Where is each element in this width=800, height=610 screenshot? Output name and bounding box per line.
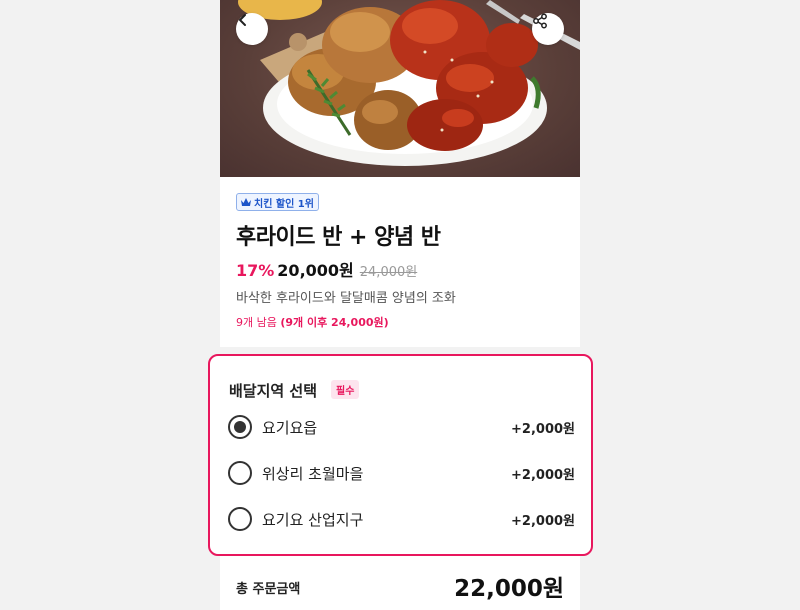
back-button[interactable] (236, 13, 268, 45)
delivery-option-1[interactable]: 요기요읍 +2,000원 (228, 412, 575, 442)
delivery-option-price: +2,000원 (511, 467, 575, 483)
total-label: 총 주문금액 (236, 582, 301, 597)
rank-badge-label: 치킨 할인 1위 (254, 198, 314, 210)
sale-price: 20,000원 (277, 261, 354, 280)
original-price: 24,000원 (359, 265, 418, 280)
delivery-option-label: 위상리 초월마을 (262, 464, 364, 483)
delivery-option-price: +2,000원 (511, 421, 575, 437)
product-image (220, 0, 580, 177)
delivery-option-label: 요기요읍 (262, 418, 318, 437)
stock-notice: 9개 남음 (9개 이후 24,000원) (236, 314, 389, 330)
chevron-left-icon (239, 14, 246, 26)
product-info: 치킨 할인 1위 후라이드 반 + 양념 반 17% 20,000원 24,00… (220, 177, 580, 347)
stock-remaining: 9개 남음 (236, 316, 277, 329)
rank-badge: 치킨 할인 1위 (236, 193, 319, 211)
delivery-option-price: +2,000원 (511, 513, 575, 529)
delivery-area-section: 배달지역 선택 필수 요기요읍 +2,000원 위상리 초월마을 +2,000원… (208, 354, 593, 556)
radio-unselected-icon[interactable] (228, 507, 252, 531)
crown-icon (241, 198, 251, 206)
delivery-option-label: 요기요 산업지구 (262, 510, 364, 529)
stock-after-price: (9개 이후 24,000원) (280, 316, 389, 329)
discount-rate: 17% (236, 261, 275, 280)
delivery-area-title: 배달지역 선택 (229, 382, 318, 400)
total-amount: 22,000원 (454, 576, 564, 602)
fried-chicken-photo (238, 0, 580, 166)
share-icon (533, 13, 547, 29)
share-button[interactable] (532, 13, 564, 45)
price-row: 17% 20,000원 24,000원 (236, 257, 417, 281)
radio-unselected-icon[interactable] (228, 461, 252, 485)
delivery-option-2[interactable]: 위상리 초월마을 +2,000원 (228, 458, 575, 488)
delivery-option-3[interactable]: 요기요 산업지구 +2,000원 (228, 504, 575, 534)
product-title: 후라이드 반 + 양념 반 (236, 225, 441, 250)
required-badge: 필수 (331, 380, 360, 399)
product-description: 바삭한 후라이드와 달달매콤 양념의 조화 (236, 291, 456, 306)
total-bar: 총 주문금액 22,000원 (220, 558, 580, 610)
radio-selected-icon[interactable] (228, 415, 252, 439)
